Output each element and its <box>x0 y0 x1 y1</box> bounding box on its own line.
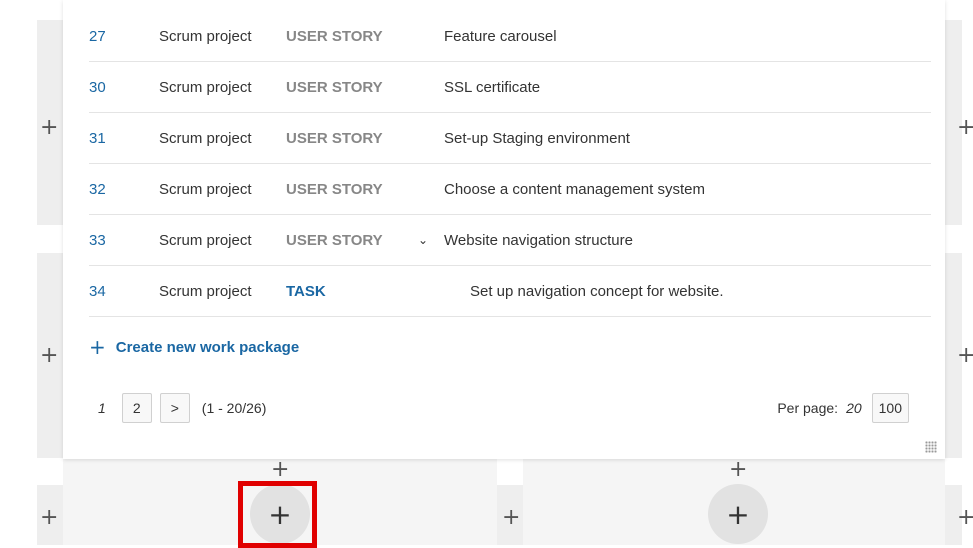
work-package-project: Scrum project <box>159 129 252 147</box>
work-package-id-link[interactable]: 27 <box>89 28 106 45</box>
per-page-current: 20 <box>846 400 862 416</box>
work-package-project: Scrum project <box>159 78 252 96</box>
add-row-middle-button[interactable]: + <box>502 507 520 529</box>
work-package-type: USER STORY <box>286 27 383 45</box>
work-package-subject: Feature carousel <box>444 27 557 45</box>
work-package-type: USER STORY <box>286 231 383 249</box>
work-package-type: USER STORY <box>286 129 383 147</box>
table-row[interactable]: 33 Scrum project USER STORY ⌄ Website na… <box>89 215 931 266</box>
add-column-left-2-button[interactable]: + <box>40 345 58 367</box>
per-page-selector: Per page: 20 100 <box>777 393 909 423</box>
work-package-subject: Website navigation structure <box>444 231 633 249</box>
per-page-100-button[interactable]: 100 <box>871 393 909 423</box>
work-package-type: USER STORY <box>286 180 383 198</box>
current-page: 1 <box>98 400 106 416</box>
add-widget-button-2[interactable]: + <box>708 484 768 544</box>
work-package-type: USER STORY <box>286 78 383 96</box>
plus-icon: + <box>726 497 750 531</box>
chevron-down-icon[interactable]: ⌄ <box>418 233 428 247</box>
per-page-label: Per page: <box>777 400 839 416</box>
work-package-subject: Choose a content management system <box>444 180 705 198</box>
highlight-annotation <box>238 481 317 548</box>
table-row[interactable]: 32 Scrum project USER STORY Choose a con… <box>89 164 931 215</box>
work-packages-widget: 27 Scrum project USER STORY Feature caro… <box>63 0 945 459</box>
work-package-id-link[interactable]: 31 <box>89 130 106 147</box>
table-row[interactable]: 27 Scrum project USER STORY Feature caro… <box>89 11 931 62</box>
resize-handle-icon[interactable] <box>925 441 937 453</box>
work-package-project: Scrum project <box>159 282 252 300</box>
next-page-button[interactable]: > <box>159 393 190 423</box>
add-row-top-1-button[interactable]: + <box>271 459 289 481</box>
page-2-button[interactable]: 2 <box>121 393 152 423</box>
add-row-top-2-button[interactable]: + <box>729 459 747 481</box>
work-package-project: Scrum project <box>159 27 252 45</box>
work-package-subject: SSL certificate <box>444 78 541 96</box>
work-package-project: Scrum project <box>159 231 252 249</box>
work-package-id-link[interactable]: 30 <box>89 79 106 96</box>
add-column-right-2-button[interactable]: + <box>957 345 973 367</box>
add-column-left-1-button[interactable]: + <box>40 117 58 139</box>
work-package-id-link[interactable]: 32 <box>89 181 106 198</box>
work-package-id-link[interactable]: 34 <box>89 283 106 300</box>
add-column-right-1-button[interactable]: + <box>957 117 973 139</box>
work-package-type: TASK <box>286 282 326 300</box>
page-range: (1 - 20/26) <box>201 400 267 416</box>
create-work-package-button[interactable]: + Create new work package <box>89 335 299 359</box>
work-package-subject: Set-up Staging environment <box>444 129 630 147</box>
work-package-subject: Set up navigation concept for website. <box>470 282 724 300</box>
work-package-id-link[interactable]: 33 <box>89 232 106 249</box>
pagination: 1 2 > (1 - 20/26) <box>98 393 266 423</box>
add-row-left-button[interactable]: + <box>40 507 58 529</box>
work-package-project: Scrum project <box>159 180 252 198</box>
table-row[interactable]: 31 Scrum project USER STORY Set-up Stagi… <box>89 113 931 164</box>
create-work-package-label: Create new work package <box>115 338 300 356</box>
add-row-right-button[interactable]: + <box>957 507 973 529</box>
plus-icon: + <box>89 335 106 359</box>
table-row[interactable]: 30 Scrum project USER STORY SSL certific… <box>89 62 931 113</box>
table-row[interactable]: 34 Scrum project TASK Set up navigation … <box>89 266 931 317</box>
